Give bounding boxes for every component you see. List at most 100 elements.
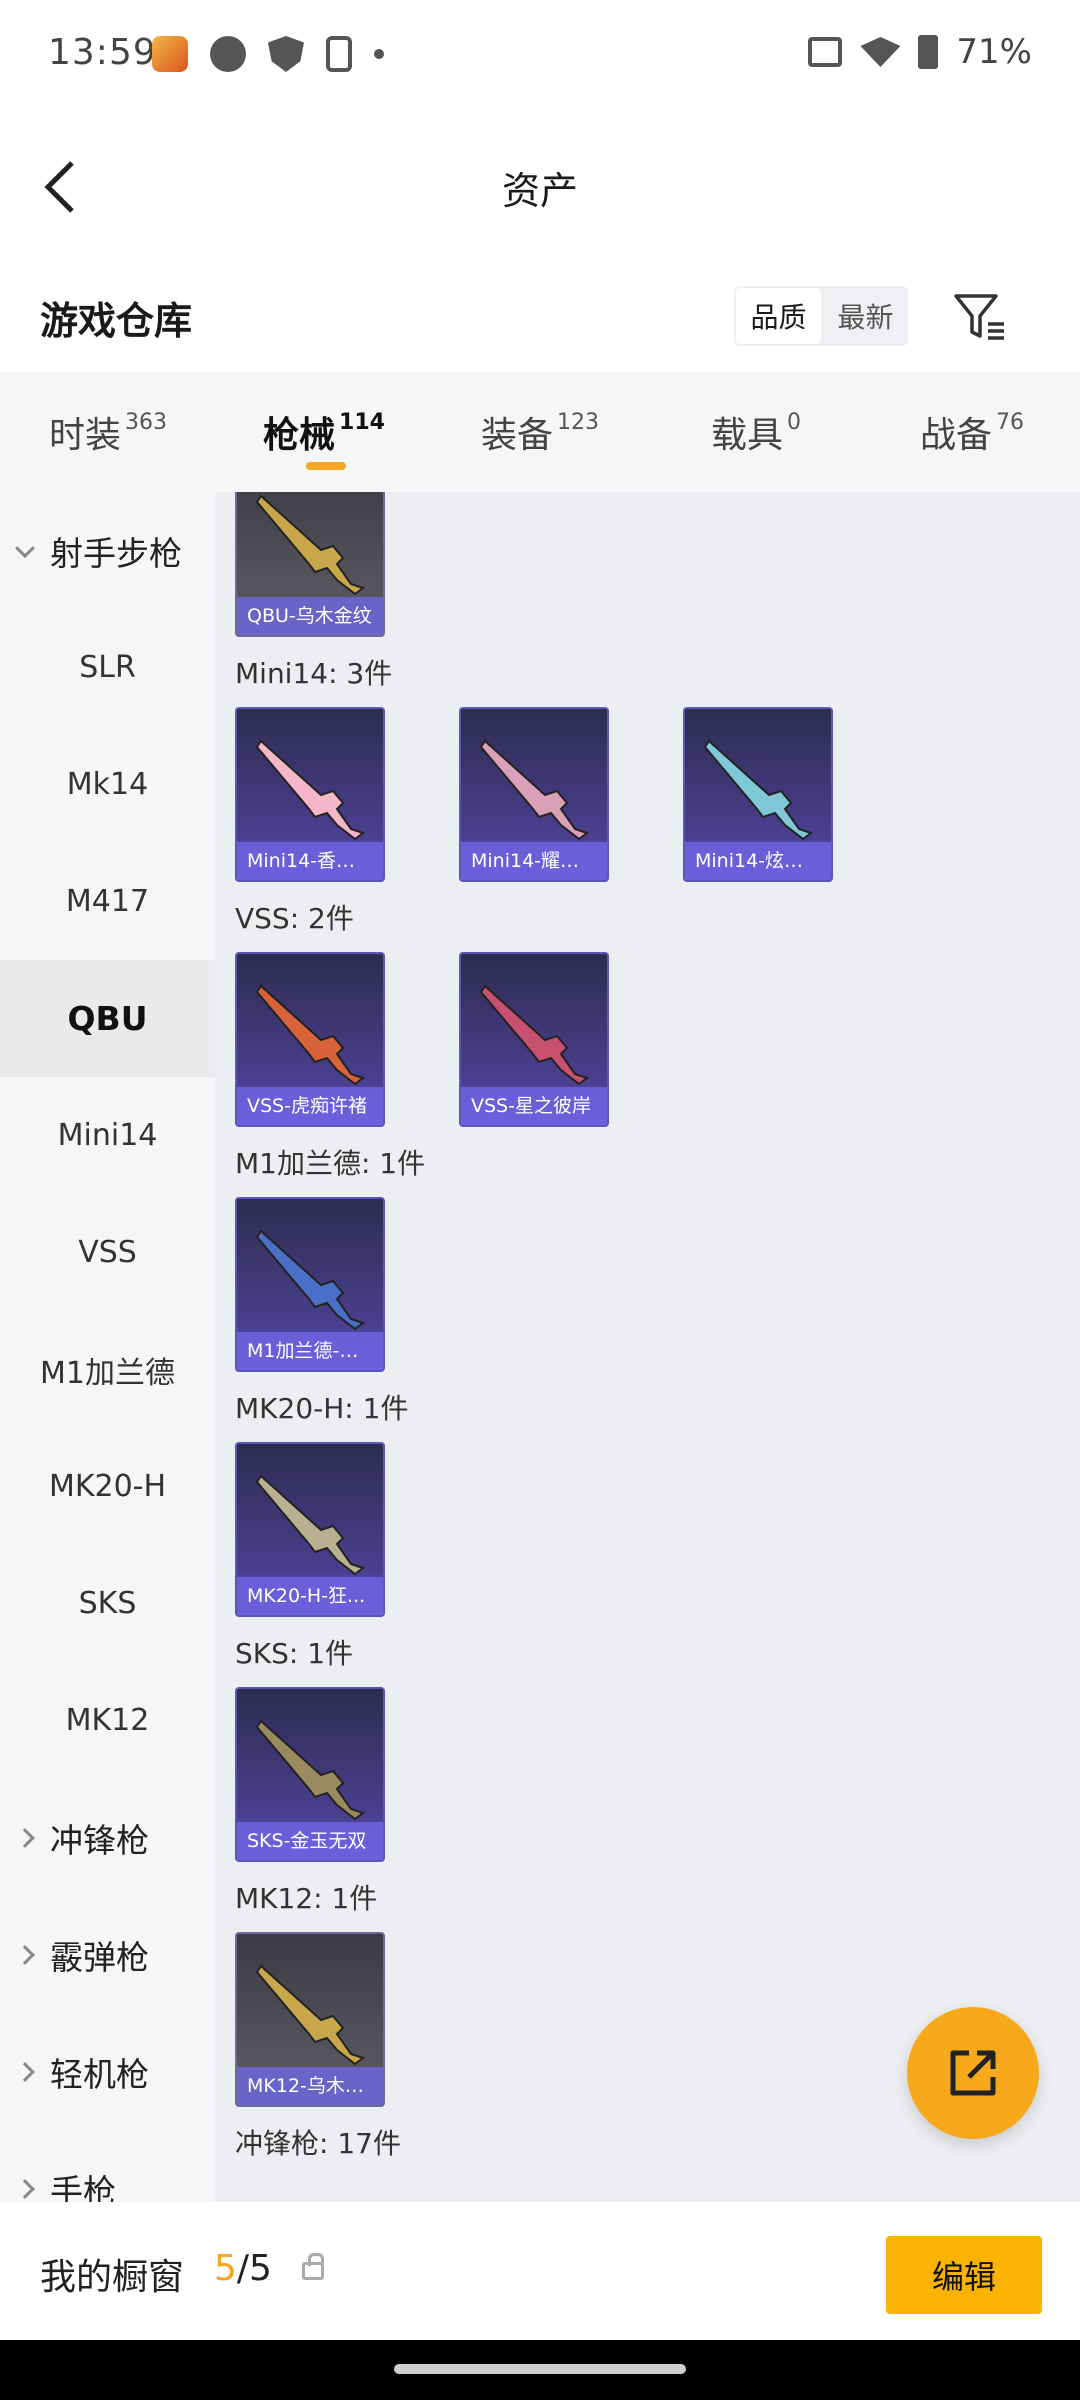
showcase-current: 5	[214, 2248, 237, 2289]
sidebar-item-mk14[interactable]: Mk14	[0, 726, 215, 843]
wifi-icon	[860, 37, 901, 67]
sidebar-group-shotgun[interactable]: 霰弹枪	[0, 1896, 215, 2013]
rifle-icon	[255, 984, 366, 1086]
skin-name: SKS-金玉无双	[237, 1822, 383, 1860]
showcase-count: 5/5	[214, 2248, 272, 2289]
tab-fashion[interactable]: 时装 363	[0, 372, 216, 492]
sort-quality-option[interactable]: 品质	[734, 286, 823, 346]
tab-equipment[interactable]: 装备 123	[432, 372, 648, 492]
system-nav-bar	[0, 2340, 1080, 2400]
app-header: 资产	[0, 112, 1080, 260]
edit-button[interactable]: 编辑	[886, 2236, 1042, 2314]
section-label: VSS: 2件	[235, 902, 354, 935]
skin-name: QBU-乌木金纹	[237, 597, 383, 635]
skin-card-row: M1加兰德-画...	[235, 1197, 1075, 1372]
skin-card[interactable]: M1加兰德-画...	[235, 1197, 385, 1372]
tab-supplies[interactable]: 战备 76	[864, 372, 1080, 492]
rifle-icon	[255, 1229, 366, 1331]
sidebar-group-label: 手枪	[50, 2171, 116, 2203]
rifle-icon	[255, 739, 366, 841]
rifle-icon	[703, 739, 814, 841]
rifle-icon	[255, 494, 366, 596]
status-bar: 13:59 71%	[0, 0, 1080, 112]
weapon-skin-grid: QBU-乌木金纹 Mini14: 3件 Mini14-香桃... Mini14-耀粉.…	[215, 492, 1080, 2202]
skin-card[interactable]: Mini14-香桃...	[235, 707, 385, 882]
sidebar-item-mk20h[interactable]: MK20-H	[0, 1428, 215, 1545]
skin-name: Mini14-炫彩...	[685, 842, 831, 880]
skin-card[interactable]: VSS-星之彼岸	[459, 952, 609, 1127]
home-gesture-pill[interactable]	[394, 2364, 686, 2374]
skin-card-row: VSS-虎痴许褚 VSS-星之彼岸	[235, 952, 1075, 1127]
motorola-icon	[210, 36, 246, 72]
tab-count: 76	[996, 409, 1024, 435]
chevron-down-icon	[15, 537, 35, 558]
weapon-category-sidebar: 射手步枪 SLR Mk14 M417 QBU Mini14 VSS M1加兰德 …	[0, 492, 215, 2202]
tab-firearms[interactable]: 枪械 114	[216, 372, 432, 492]
showcase-total: 5	[249, 2248, 272, 2289]
skin-name: VSS-虎痴许褚	[237, 1087, 383, 1125]
sidebar-item-mk12[interactable]: MK12	[0, 1662, 215, 1779]
sidebar-item-vss[interactable]: VSS	[0, 1194, 215, 1311]
tab-label: 枪械	[263, 415, 336, 456]
tab-label: 时装	[48, 415, 121, 456]
tab-count: 0	[787, 409, 801, 435]
tab-count: 363	[125, 409, 167, 435]
rifle-icon	[479, 984, 590, 1086]
system-icons: 71%	[808, 32, 1032, 72]
tab-count: 123	[557, 409, 599, 435]
status-time: 13:59	[48, 32, 157, 73]
sidebar-item-sks[interactable]: SKS	[0, 1545, 215, 1662]
sidebar-item-slr[interactable]: SLR	[0, 609, 215, 726]
sidebar-group-smg[interactable]: 冲锋枪	[0, 1779, 215, 1896]
weapon-sections: QBU-乌木金纹 Mini14: 3件 Mini14-香桃... Mini14-耀粉.…	[235, 492, 1075, 2167]
active-tab-indicator	[306, 462, 346, 470]
sidebar-group-pistol[interactable]: 手枪	[0, 2130, 215, 2202]
skin-name: Mini14-耀粉...	[461, 842, 607, 880]
tab-vehicles[interactable]: 载具 0	[648, 372, 864, 492]
more-dot-icon	[374, 49, 384, 59]
skin-card[interactable]: Mini14-炫彩...	[683, 707, 833, 882]
sort-latest-option[interactable]: 最新	[823, 286, 908, 346]
sidebar-item-qbu[interactable]: QBU	[0, 960, 215, 1077]
showcase-bar: 我的橱窗 5/5 编辑	[0, 2202, 1080, 2340]
sidebar-group-label: 射手步枪	[50, 533, 182, 573]
share-fab-button[interactable]	[907, 2007, 1039, 2139]
notification-icons	[152, 36, 384, 72]
filter-icon	[954, 294, 1004, 340]
chevron-right-icon	[15, 2178, 35, 2199]
lock-icon	[302, 2253, 324, 2280]
battery-icon	[918, 35, 939, 69]
section-label: SKS: 1件	[235, 1637, 354, 1670]
sidebar-item-m417[interactable]: M417	[0, 843, 215, 960]
section-label: Mini14: 3件	[235, 657, 393, 690]
sidebar-group-lmg[interactable]: 轻机枪	[0, 2013, 215, 2130]
skin-card[interactable]: MK20-H-狂...	[235, 1442, 385, 1617]
rifle-icon	[255, 1964, 366, 2066]
skin-card[interactable]: Mini14-耀粉...	[459, 707, 609, 882]
rifle-icon	[255, 1719, 366, 1821]
battery-percent: 71%	[956, 32, 1032, 72]
skin-name: MK12-乌木金...	[237, 2067, 383, 2105]
chevron-right-icon	[15, 2061, 35, 2082]
warehouse-title: 游戏仓库	[40, 299, 193, 343]
skin-card-row: Mini14-香桃... Mini14-耀粉... Mini14-炫彩...	[235, 707, 1075, 882]
sidebar-item-m1-garand[interactable]: M1加兰德	[0, 1311, 215, 1428]
section-label: MK20-H: 1件	[235, 1392, 409, 1425]
sidebar-group-label: 霰弹枪	[50, 1937, 149, 1977]
skin-card-row: SKS-金玉无双	[235, 1687, 1075, 1862]
filter-button[interactable]	[950, 286, 1010, 346]
sidebar-item-mini14[interactable]: Mini14	[0, 1077, 215, 1194]
external-link-icon	[950, 2050, 996, 2096]
skin-card[interactable]: VSS-虎痴许褚	[235, 952, 385, 1127]
page-title: 资产	[501, 169, 578, 213]
sidebar-group-marksman-rifles[interactable]: 射手步枪	[0, 492, 215, 609]
shield-icon	[268, 36, 304, 72]
phone-sync-icon	[326, 36, 352, 72]
skin-card[interactable]: SKS-金玉无双	[235, 1687, 385, 1862]
tab-label: 载具	[710, 415, 783, 456]
tab-label: 战备	[919, 415, 992, 456]
skin-card-row: QBU-乌木金纹	[235, 492, 1075, 637]
skin-card[interactable]: QBU-乌木金纹	[235, 492, 385, 637]
warehouse-header: 游戏仓库 品质 最新	[0, 260, 1080, 372]
skin-card[interactable]: MK12-乌木金...	[235, 1932, 385, 2107]
